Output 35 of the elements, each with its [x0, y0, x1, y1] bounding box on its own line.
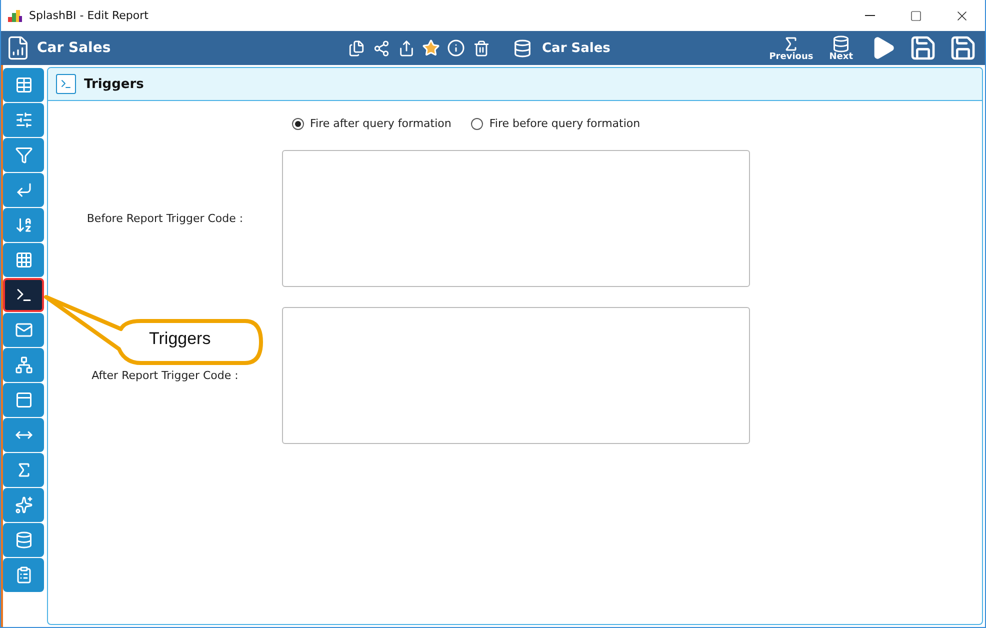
- mail-icon: [14, 321, 32, 339]
- save-icon: [909, 34, 937, 62]
- grid-icon: [14, 251, 32, 269]
- code-field[interactable]: [282, 150, 750, 287]
- maximize-icon: [910, 10, 922, 22]
- sidebar-button[interactable]: [3, 278, 44, 312]
- radio-option[interactable]: Fire after query formation: [292, 117, 452, 130]
- table-icon: [14, 76, 32, 94]
- next-button[interactable]: Next: [829, 34, 853, 62]
- terminal-icon: [56, 74, 76, 94]
- panel-title: Triggers: [84, 76, 144, 92]
- filter-icon: [14, 146, 32, 164]
- database-icon: [832, 34, 850, 52]
- field-label: Before Report Trigger Code :: [86, 212, 244, 225]
- data-source-name: Car Sales: [542, 40, 612, 56]
- burst-icon: [14, 496, 32, 514]
- save-icon: [949, 34, 977, 62]
- clipboard-icon: [14, 566, 32, 584]
- database-icon: [14, 531, 32, 549]
- window-title: SplashBI - Edit Report: [29, 9, 150, 22]
- sliders-icon: [14, 111, 32, 129]
- terminal-icon: [14, 286, 32, 304]
- code-field[interactable]: [282, 307, 750, 444]
- tree-icon: [14, 356, 32, 374]
- field-label: After Report Trigger Code :: [90, 369, 240, 382]
- radio-option[interactable]: Fire before query formation: [471, 117, 640, 130]
- sort-icon: [14, 216, 32, 234]
- info-icon[interactable]: [445, 37, 467, 59]
- app-logo-icon: [7, 8, 23, 22]
- corner-arrow-icon: [14, 181, 32, 199]
- minimize-icon: [865, 15, 875, 16]
- previous-button[interactable]: Previous: [769, 34, 814, 62]
- callout-text: Triggers: [149, 329, 211, 349]
- form-icon: [14, 391, 32, 409]
- report-name: Car Sales: [37, 40, 112, 56]
